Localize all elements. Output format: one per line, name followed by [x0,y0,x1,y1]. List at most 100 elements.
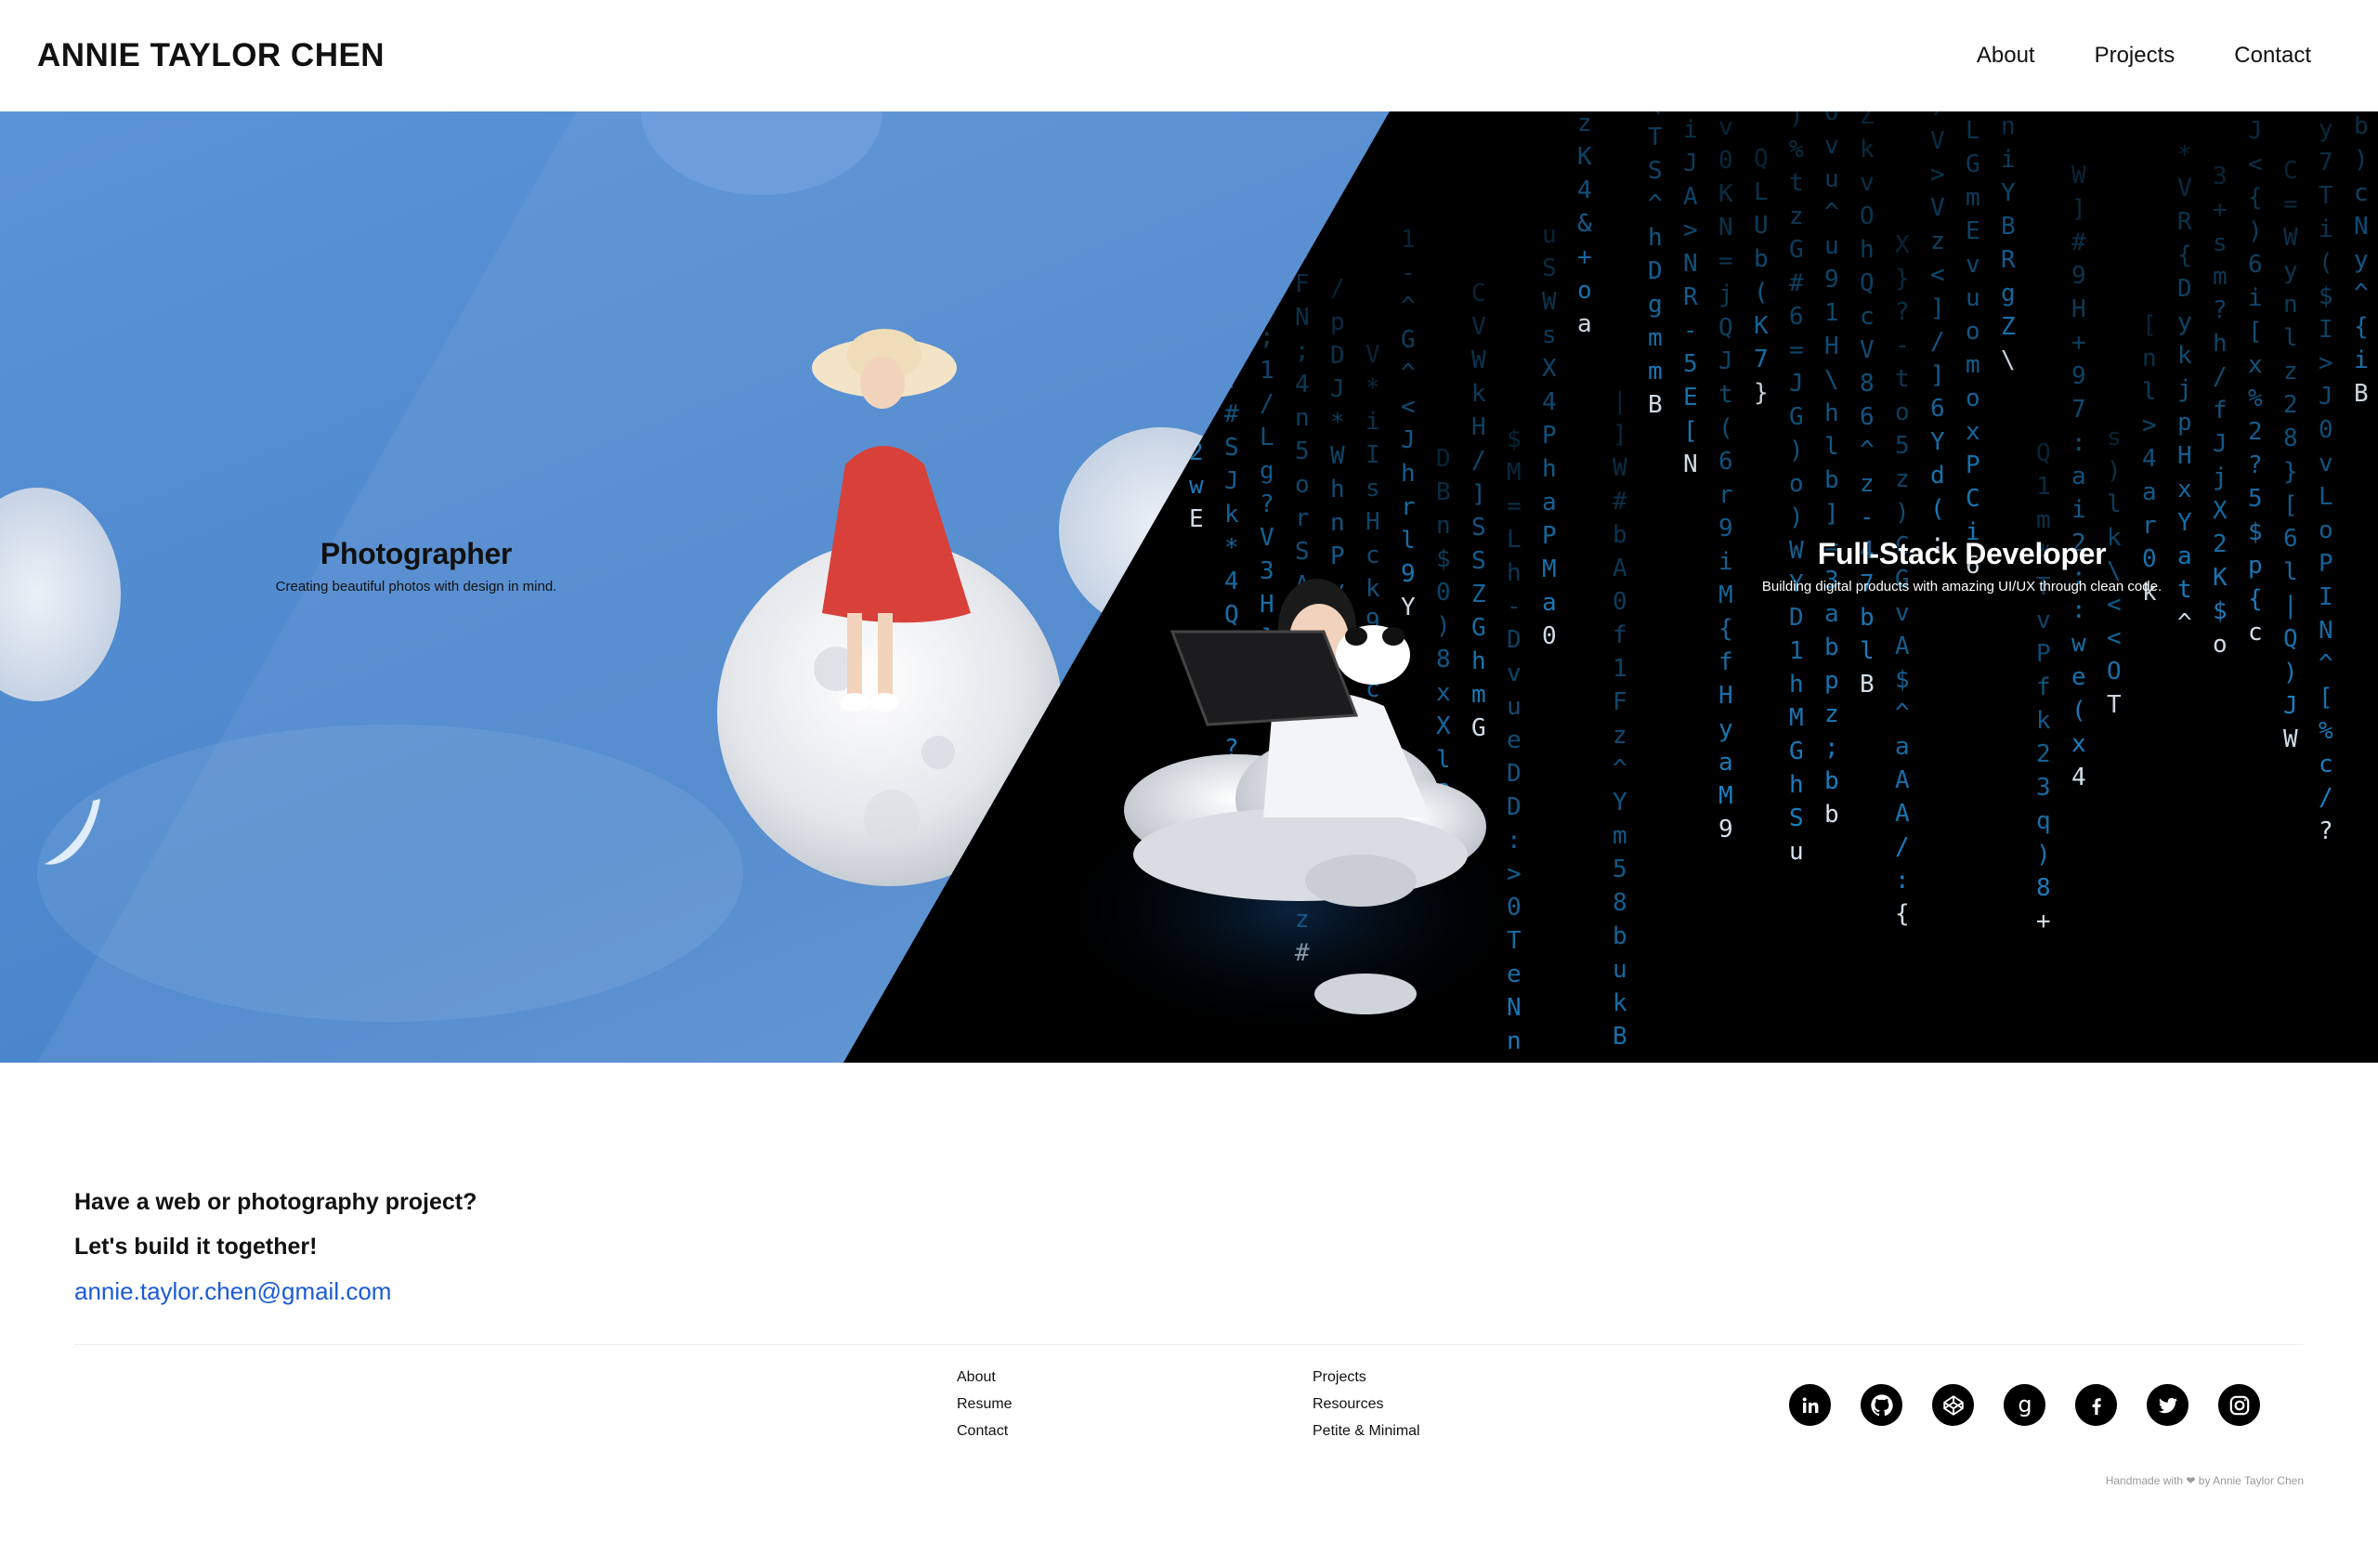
svg-text:?: ? [2248,451,2263,479]
svg-text:[: [ [2142,311,2157,339]
svg-text:n: n [1507,1027,1522,1055]
nav-projects[interactable]: Projects [2095,43,2175,69]
svg-text:f: f [1718,648,1733,676]
svg-text:V: V [1365,341,1380,369]
svg-text:W: W [1542,288,1557,316]
svg-text:A: A [1683,183,1698,211]
svg-text:m: m [1648,324,1663,352]
svg-text:F: F [1295,270,1310,298]
svg-text:?: ? [1260,490,1274,518]
developer-title: Full-Stack Developer [1817,537,2107,570]
linkedin-icon[interactable] [1789,1384,1831,1426]
svg-text:0: 0 [1718,147,1733,175]
svg-text:h: h [1471,647,1486,675]
svg-text:o: o [1577,277,1592,305]
svg-text:K: K [1577,143,1592,171]
footer-link-resume[interactable]: Resume [957,1391,1013,1418]
svg-text:q: q [2036,807,2051,835]
svg-text:?: ? [1895,298,1910,326]
svg-text:8: 8 [2036,874,2051,902]
svg-text:5: 5 [1683,350,1698,378]
svg-text:Z: Z [1471,581,1486,608]
photographer-card[interactable]: Photographer Creating beautiful photos w… [276,537,557,595]
twitter-icon[interactable] [2147,1384,2189,1426]
svg-text:;: ; [1295,337,1310,365]
svg-text:B: B [1648,391,1663,419]
svg-text:*: * [1365,374,1380,402]
svg-text:G: G [1789,403,1804,431]
svg-text:5: 5 [1613,856,1627,883]
svg-text:H: H [1260,591,1274,619]
svg-text:o: o [2213,631,2228,659]
contact-email-link[interactable]: annie.taylor.chen@gmail.com [74,1269,477,1313]
svg-text:6: 6 [1860,403,1875,431]
svg-text:a: a [1824,600,1839,628]
svg-text:1: 1 [2036,473,2051,501]
svg-text:i: i [2071,496,2086,524]
svg-text:]: ] [1930,361,1945,389]
svg-text:J: J [2213,430,2228,458]
svg-text:m: m [2213,263,2228,291]
codepen-icon[interactable] [1932,1384,1974,1426]
svg-text:a: a [1542,589,1557,617]
footer-link-contact[interactable]: Contact [957,1418,1013,1444]
svg-text:S: S [1542,255,1557,282]
svg-text:5: 5 [1295,438,1310,465]
svg-text:>: > [2142,412,2157,439]
svg-text:z: z [1930,228,1945,255]
svg-text:^: ^ [1401,359,1416,387]
footer-divider [74,1344,2304,1345]
svg-text:i: i [1365,408,1380,436]
svg-text:9: 9 [1718,515,1733,542]
svg-text:+: + [2036,908,2051,935]
facebook-icon[interactable] [2075,1384,2117,1426]
svg-text:4: 4 [1295,371,1310,399]
svg-text:T: T [2319,182,2333,210]
svg-text:9: 9 [1401,560,1416,588]
svg-text:I: I [2319,316,2333,344]
svg-text:r: r [1401,493,1416,521]
svg-text:k: k [2036,707,2051,735]
svg-text:n: n [2001,112,2016,140]
footer-link-petite-minimal[interactable]: Petite & Minimal [1313,1418,1420,1444]
footer-link-resources[interactable]: Resources [1313,1391,1420,1418]
svg-text:W: W [2283,224,2298,252]
social-links: g [1789,1384,2260,1426]
svg-text:]: ] [1824,500,1839,528]
svg-text:v: v [1966,251,1980,279]
instagram-icon[interactable] [2218,1384,2260,1426]
svg-text:\: \ [2001,346,2016,374]
svg-text:w: w [2071,630,2086,658]
nav-about[interactable]: About [1977,43,2035,69]
footer-link-about[interactable]: About [957,1364,1013,1391]
site-brand[interactable]: ANNIE TAYLOR CHEN [37,37,385,74]
svg-text:-: - [1401,259,1416,287]
svg-text:A: A [1895,766,1910,794]
svg-text:K: K [1718,180,1733,208]
svg-text:b: b [1860,604,1875,632]
svg-text:+: + [1577,243,1592,271]
svg-text:{: { [2248,184,2263,212]
svg-text:1: 1 [1824,299,1839,327]
svg-text:u: u [1613,956,1627,984]
goodreads-icon[interactable]: g [2004,1384,2045,1426]
svg-text:I: I [1365,441,1380,469]
svg-text:L: L [1754,178,1769,206]
svg-text:+: + [2071,329,2086,357]
svg-text:h: h [1648,224,1663,252]
nav-contact[interactable]: Contact [2234,43,2311,69]
svg-text:*: * [1330,409,1345,437]
github-icon[interactable] [1861,1384,1902,1426]
svg-text:X: X [1542,355,1557,383]
svg-text:S: S [1471,547,1486,575]
svg-text:g: g [1648,291,1663,319]
svg-text:S: S [1789,804,1804,832]
svg-text:4: 4 [1577,176,1592,204]
footer-link-projects[interactable]: Projects [1313,1364,1420,1391]
svg-text:0: 0 [1542,622,1557,650]
svg-text:k: k [1613,989,1627,1017]
svg-text:e: e [2071,663,2086,691]
svg-text:h: h [1401,460,1416,488]
svg-text::: : [1895,867,1910,895]
developer-card[interactable]: Full-Stack Developer Building digital pr… [1762,537,2162,595]
